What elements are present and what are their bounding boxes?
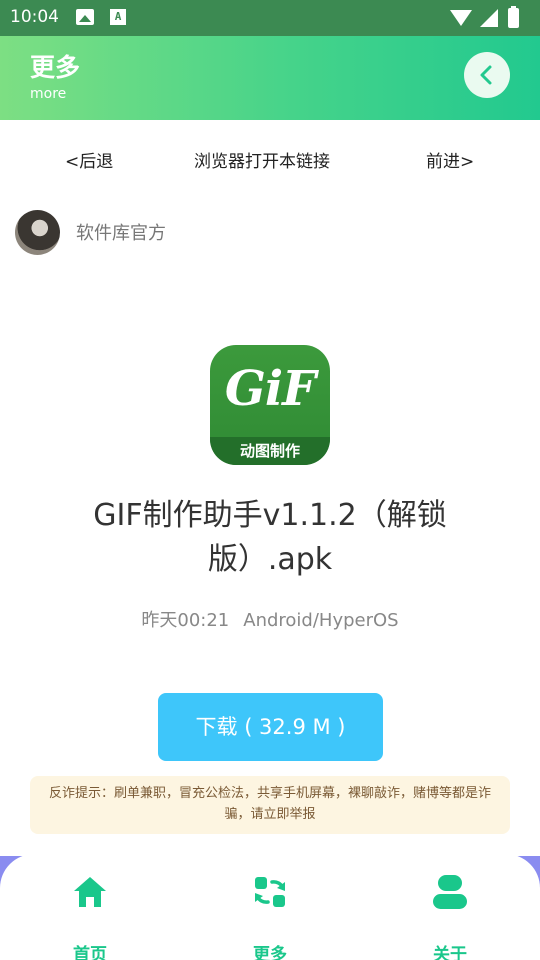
header: 更多 more <box>0 36 540 120</box>
app-title: GIF制作助手v1.1.2（解锁版）.apk <box>93 498 447 577</box>
nav-label-home: 首页 <box>73 945 107 960</box>
nav-back-link[interactable]: <后退 <box>65 147 113 172</box>
status-bar: 10:04 A <box>0 0 540 36</box>
avatar <box>15 210 60 255</box>
app-platform: Android/HyperOS <box>243 610 399 631</box>
user-icon <box>433 875 467 909</box>
author-name: 软件库官方 <box>76 223 166 244</box>
home-icon <box>74 877 106 907</box>
browser-nav: <后退 浏览器打开本链接 前进> <box>0 120 540 196</box>
open-in-browser-link[interactable]: 浏览器打开本链接 <box>194 147 330 172</box>
nav-label-about: 关于 <box>433 945 467 960</box>
status-indicators <box>450 6 530 28</box>
app-icon: GiF 动图制作 <box>210 345 330 465</box>
fraud-warning: 反诈提示：刷单兼职，冒充公检法，共享手机屏幕，裸聊敲诈，赌博等都是诈骗，请立即举… <box>30 776 510 834</box>
page-title: 更多 <box>30 53 81 82</box>
app-date: 昨天00:21 <box>141 610 230 631</box>
gallery-icon <box>76 9 94 25</box>
status-time: 10:04 <box>10 7 59 27</box>
font-notification-icon: A <box>110 9 126 25</box>
nav-item-about[interactable]: 关于 <box>405 874 495 960</box>
app-icon-label: 动图制作 <box>239 442 300 460</box>
refresh-grid-icon <box>255 877 285 907</box>
chevron-left-icon <box>480 65 492 85</box>
download-button[interactable]: 下载 ( 32.9 M ) <box>158 693 383 761</box>
signal-icon <box>480 9 498 27</box>
nav-label-more: 更多 <box>253 945 287 960</box>
app-icon-text: GiF <box>224 361 316 417</box>
back-button[interactable] <box>464 52 510 98</box>
nav-forward-link[interactable]: 前进> <box>426 147 474 172</box>
app-meta: 昨天00:21 Android/HyperOS <box>0 606 540 632</box>
battery-icon <box>508 6 519 28</box>
nav-item-more[interactable]: 更多 <box>225 874 315 960</box>
author-row[interactable]: 软件库官方 <box>15 208 415 256</box>
nav-item-home[interactable]: 首页 <box>45 874 135 960</box>
page-subtitle: more <box>30 86 67 102</box>
bottom-nav: 首页 更多 关于 <box>0 854 540 960</box>
wifi-icon <box>450 10 472 26</box>
